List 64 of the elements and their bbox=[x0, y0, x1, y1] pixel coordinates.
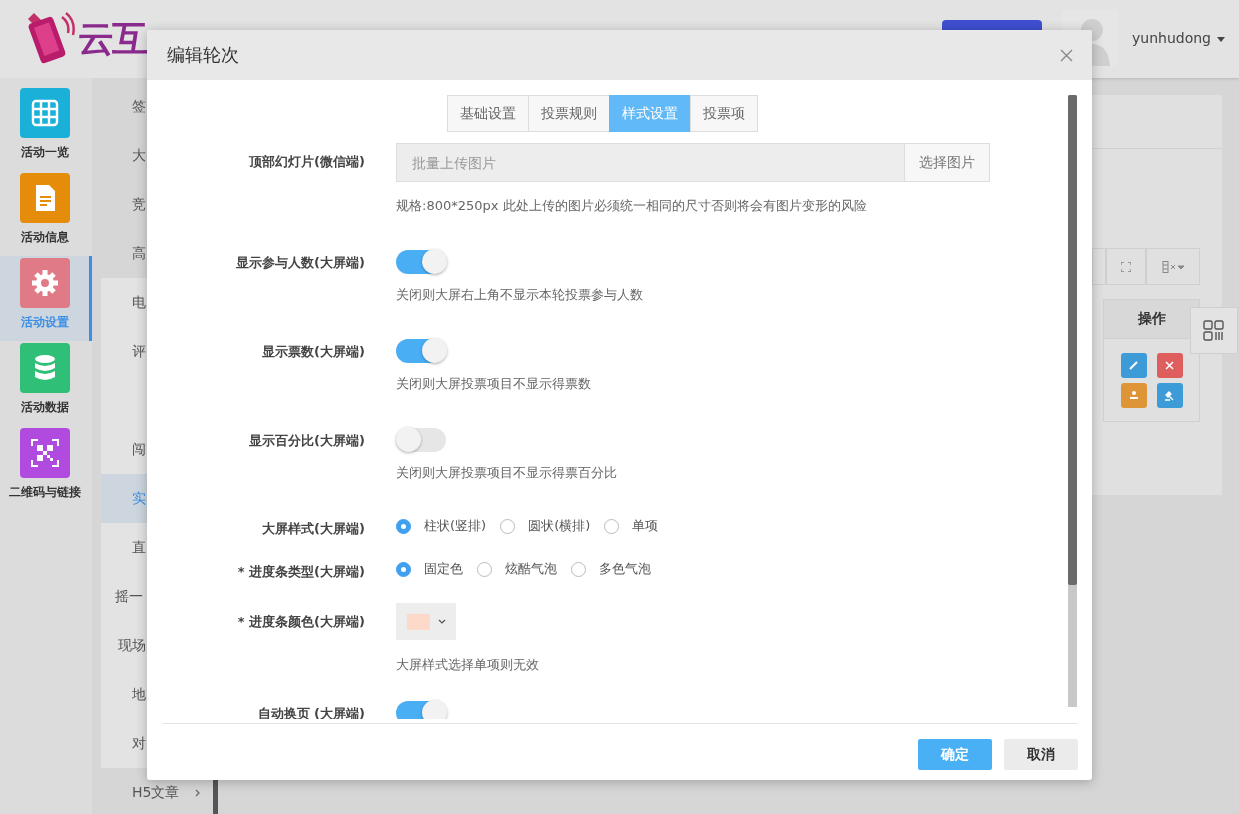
menu-item[interactable]: H5文章 bbox=[92, 768, 218, 814]
dialog-title: 编辑轮次 bbox=[167, 43, 239, 67]
gear-icon bbox=[29, 268, 60, 298]
nav-label: 活动信息 bbox=[20, 229, 69, 246]
close-icon[interactable] bbox=[1060, 48, 1073, 62]
nav-label: 活动数据 bbox=[20, 399, 69, 416]
help-text: 关闭则大屏投票项目不显示得票数 bbox=[396, 375, 591, 393]
gavel-icon bbox=[1164, 389, 1175, 401]
nav-item[interactable]: 活动一览 bbox=[0, 86, 92, 171]
edit-button[interactable] bbox=[1120, 352, 1147, 378]
tab[interactable]: 基础设置 bbox=[446, 95, 529, 132]
help-text: 大屏样式选择单项则无效 bbox=[396, 656, 539, 674]
radio-label: 炫酷气泡 bbox=[505, 560, 557, 578]
scrollbar[interactable] bbox=[1068, 95, 1077, 707]
toolbar-button[interactable] bbox=[1092, 248, 1106, 285]
radio-button[interactable] bbox=[396, 518, 411, 534]
nav-label: 二维码与链接 bbox=[8, 484, 81, 501]
person-icon bbox=[1128, 390, 1139, 400]
grid-icon bbox=[29, 98, 60, 128]
radio-label: 单项 bbox=[632, 517, 659, 535]
help-text: 关闭则大屏投票项目不显示得票百分比 bbox=[396, 464, 617, 482]
delete-button[interactable] bbox=[1156, 352, 1183, 378]
gavel-button[interactable] bbox=[1156, 382, 1183, 408]
caret-icon bbox=[1217, 37, 1225, 42]
radio-label: 圆状(横排) bbox=[528, 517, 591, 535]
field-label: * 进度条类型(大屏端) bbox=[236, 563, 365, 581]
nav-label: 活动设置 bbox=[20, 314, 69, 331]
color-picker[interactable] bbox=[396, 603, 456, 640]
qr-grid-button[interactable] bbox=[1190, 307, 1238, 354]
username-dropdown[interactable]: yunhudong bbox=[1132, 30, 1211, 46]
nav-item[interactable]: 二维码与链接 bbox=[0, 426, 92, 511]
radio-label: 多色气泡 bbox=[599, 560, 651, 578]
nav-label: 活动一览 bbox=[20, 144, 69, 161]
close-icon bbox=[1165, 360, 1174, 370]
toggle-switch[interactable] bbox=[396, 428, 446, 452]
pencil-icon bbox=[1128, 360, 1139, 370]
field-label: 显示票数(大屏端) bbox=[261, 343, 365, 361]
grid-icon bbox=[1203, 319, 1225, 342]
logo-text: 云互 bbox=[78, 16, 146, 61]
cancel-button[interactable]: 取消 bbox=[1004, 739, 1078, 770]
toggle-switch[interactable] bbox=[396, 250, 446, 274]
field-label: 顶部幻灯片(微信端) bbox=[248, 153, 365, 171]
help-text: 关闭则大屏右上角不显示本轮投票参与人数 bbox=[396, 286, 643, 304]
tab[interactable]: 投票规则 bbox=[527, 95, 610, 132]
field-label: 大屏样式(大屏端) bbox=[261, 520, 365, 538]
nav-item[interactable]: 活动数据 bbox=[0, 341, 92, 426]
user-button[interactable] bbox=[1120, 382, 1147, 408]
help-text: 规格:800*250px 此处上传的图片必须统一相同的尺寸否则将会有图片变形的风险 bbox=[396, 197, 868, 215]
field-label: 显示参与人数(大屏端) bbox=[235, 254, 365, 272]
tab[interactable]: 投票项 bbox=[689, 95, 758, 132]
radio-label: 固定色 bbox=[424, 560, 463, 578]
columns-dropdown-button[interactable] bbox=[1146, 248, 1200, 285]
toggle-switch[interactable] bbox=[396, 701, 446, 719]
toggle-switch[interactable] bbox=[396, 339, 446, 363]
caret-icon bbox=[437, 619, 446, 624]
fullscreen-icon bbox=[1121, 261, 1131, 272]
field-label: 显示百分比(大屏端) bbox=[248, 432, 365, 450]
field-label: * 进度条颜色(大屏端) bbox=[236, 613, 365, 631]
radio-label: 柱状(竖排) bbox=[424, 517, 487, 535]
column-header: 操作 bbox=[1103, 299, 1200, 339]
qr-code-icon bbox=[29, 438, 60, 468]
columns-icon bbox=[1162, 260, 1184, 273]
radio-button[interactable] bbox=[396, 561, 411, 577]
nav-item[interactable]: 活动信息 bbox=[0, 171, 92, 256]
